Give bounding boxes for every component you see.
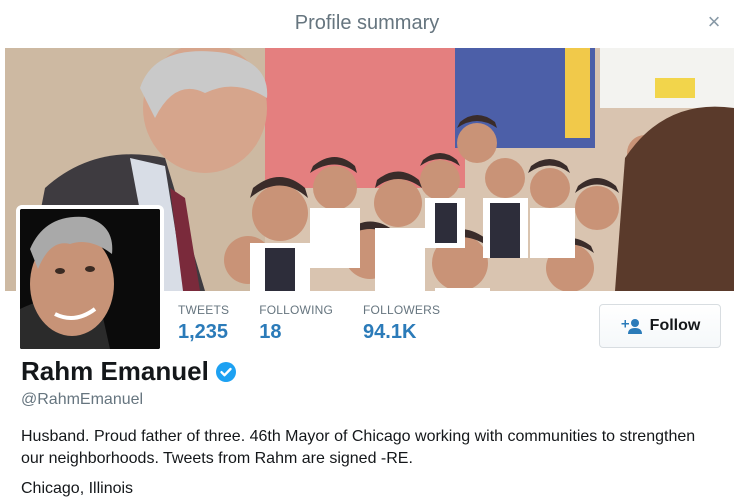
profile-stats: TWEETS 1,235 FOLLOWING 18 FOLLOWERS 94.1… [178, 303, 470, 344]
modal-title: Profile summary [294, 12, 440, 34]
stat-value: 1,235 [178, 321, 229, 343]
profile-name-row: Rahm Emanuel [21, 356, 237, 387]
verified-badge-icon [215, 361, 237, 383]
avatar[interactable] [16, 205, 164, 353]
follow-label: Follow [649, 317, 701, 334]
profile-name[interactable]: Rahm Emanuel [21, 356, 209, 387]
stat-value: 94.1K [363, 321, 417, 343]
follow-button[interactable]: Follow [599, 304, 721, 348]
profile-handle[interactable]: @RahmEmanuel [21, 391, 143, 409]
add-user-icon [620, 318, 642, 334]
stat-label: FOLLOWERS [363, 303, 441, 317]
stat-label: FOLLOWING [259, 303, 334, 317]
profile-location: Chicago, Illinois [21, 480, 134, 497]
profile-bio: Husband. Proud father of three. 46th May… [21, 428, 696, 467]
stat-following[interactable]: FOLLOWING 18 [259, 303, 333, 344]
close-icon[interactable]: × [706, 11, 722, 33]
stat-tweets[interactable]: TWEETS 1,235 [178, 303, 229, 344]
stat-label: TWEETS [178, 303, 230, 317]
modal-header: Profile summary × [0, 0, 734, 48]
stat-value: 18 [259, 321, 282, 343]
stat-followers[interactable]: FOLLOWERS 94.1K [363, 303, 440, 344]
